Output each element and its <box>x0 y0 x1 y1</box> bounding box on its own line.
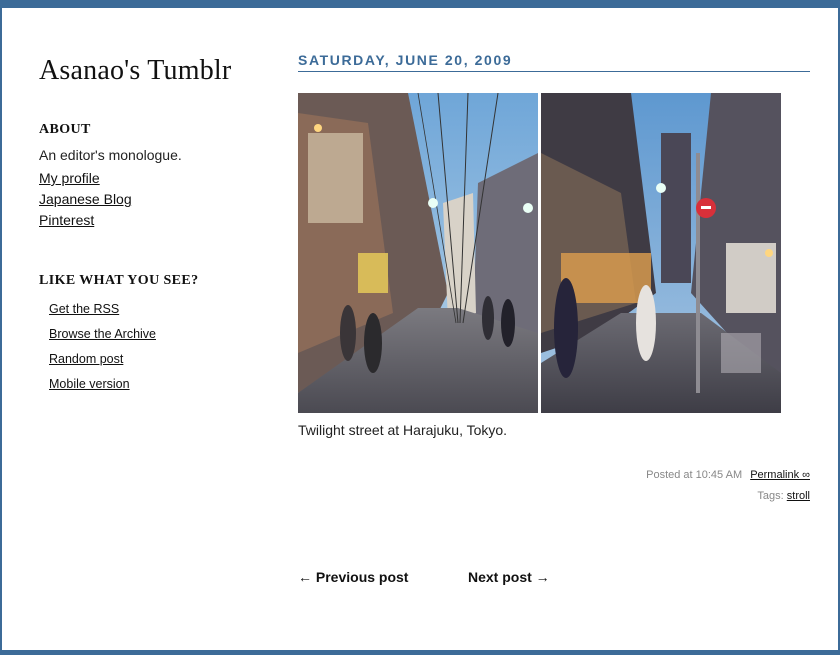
mobile-version-link[interactable]: Mobile version <box>49 377 130 391</box>
post-date: SATURDAY, JUNE 20, 2009 <box>298 52 810 72</box>
pinterest-link[interactable]: Pinterest <box>39 212 94 228</box>
tags-label: Tags: <box>757 490 784 502</box>
frame-border-left <box>0 8 2 650</box>
my-profile-link[interactable]: My profile <box>39 170 100 186</box>
previous-post-link[interactable]: ← Previous post <box>298 569 408 585</box>
photo-right[interactable] <box>541 93 781 413</box>
like-heading: LIKE WHAT YOU SEE? <box>39 273 199 288</box>
frame-border-top <box>0 0 840 8</box>
blog-title[interactable]: Asanao's Tumblr <box>39 55 269 87</box>
rss-link[interactable]: Get the RSS <box>49 302 119 316</box>
photo-left[interactable] <box>298 93 538 413</box>
frame-border-bottom <box>0 650 840 655</box>
archive-link[interactable]: Browse the Archive <box>49 327 156 341</box>
about-heading: ABOUT <box>39 122 91 137</box>
post: SATURDAY, JUNE 20, 2009 Twilight street … <box>298 52 810 502</box>
random-post-link[interactable]: Random post <box>49 352 123 366</box>
post-meta: Posted at 10:45 AM Permalink ∞ Tags: str… <box>646 465 810 507</box>
about-description: An editor's monologue. <box>39 147 182 163</box>
sidebar: Asanao's Tumblr ABOUT An editor's monolo… <box>39 55 269 391</box>
next-post-link[interactable]: Next post → <box>468 569 550 585</box>
permalink-link[interactable]: Permalink ∞ <box>750 469 810 481</box>
tag-stroll-link[interactable]: stroll <box>787 490 810 502</box>
posted-at: Posted at 10:45 AM <box>646 469 743 481</box>
photo-caption: Twilight street at Harajuku, Tokyo. <box>298 422 508 438</box>
about-links: My profile Japanese Blog Pinterest <box>39 168 132 231</box>
like-links: Get the RSS Browse the Archive Random po… <box>49 297 156 397</box>
photoset <box>298 93 781 413</box>
japanese-blog-link[interactable]: Japanese Blog <box>39 191 132 207</box>
